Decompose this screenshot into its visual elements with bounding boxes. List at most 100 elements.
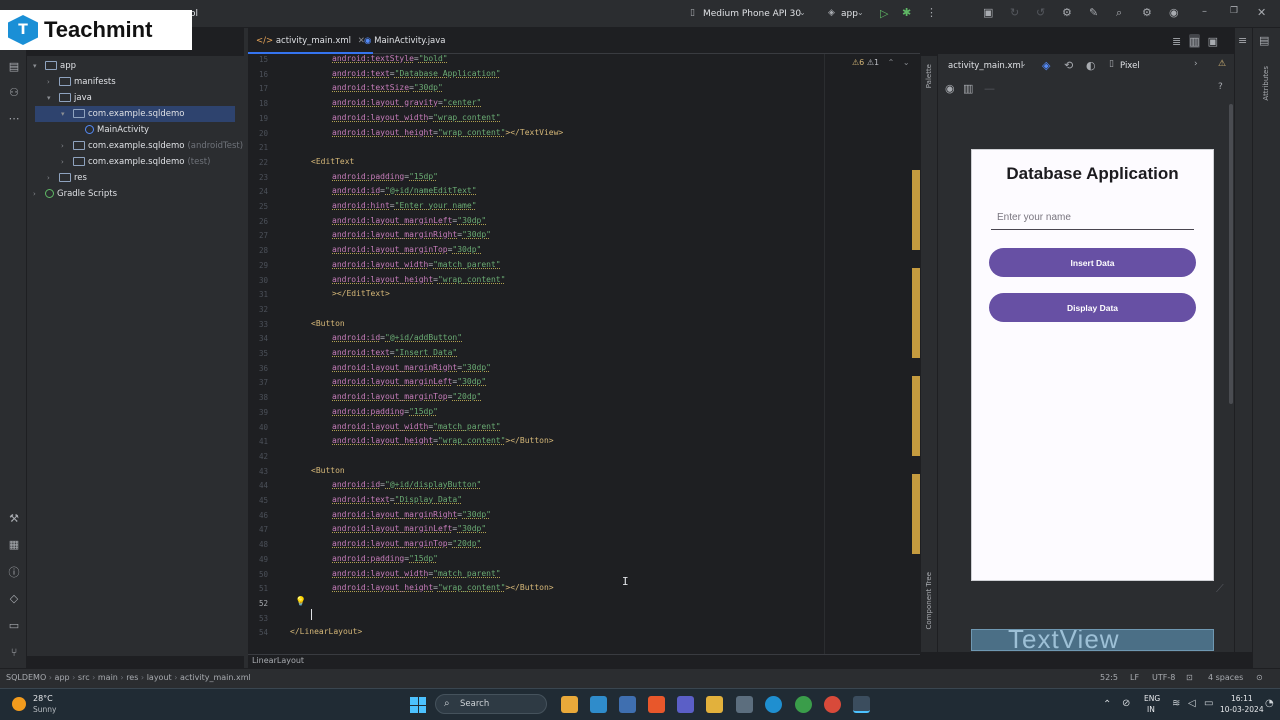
breadcrumb-item[interactable]: res xyxy=(126,673,138,682)
code-line[interactable]: ></EditText> xyxy=(332,289,390,298)
tree-item[interactable]: › Gradle Scripts xyxy=(33,186,117,202)
code-line[interactable]: android:text="Display Data" xyxy=(332,495,462,504)
component-tree-tab[interactable]: Component Tree xyxy=(925,572,933,629)
resource-manager-icon[interactable]: ⚇ xyxy=(6,84,22,100)
code-line[interactable]: android:layout_gravity="center" xyxy=(332,98,481,107)
code-line[interactable]: android:layout_height="wrap_content"></B… xyxy=(332,583,554,592)
language-region[interactable]: IN xyxy=(1147,705,1155,714)
notifications-icon[interactable]: ▤ xyxy=(1259,34,1269,47)
caret-position[interactable]: 52:5 xyxy=(1100,673,1118,682)
code-line[interactable]: android:layout_marginRight="30dp" xyxy=(332,230,491,239)
code-line[interactable]: android:layout_width="match_parent" xyxy=(332,260,501,269)
code-line[interactable]: android:hint="Enter your name" xyxy=(332,201,477,210)
language-code[interactable]: ENG xyxy=(1144,694,1160,703)
code-line[interactable]: </LinearLayout> xyxy=(290,627,362,636)
gear-icon[interactable]: ⚙ xyxy=(1142,6,1152,19)
app-quality-icon[interactable]: ◇ xyxy=(6,590,22,606)
zoom-icon[interactable]: — xyxy=(984,82,995,95)
chevron-down-icon[interactable]: ▾ xyxy=(61,106,73,122)
close-icon[interactable]: ✕ xyxy=(1257,6,1266,19)
code-line[interactable]: android:layout_marginLeft="30dp" xyxy=(332,216,486,225)
profiler-icon[interactable]: ✎ xyxy=(1089,6,1098,19)
chevron-down-icon[interactable]: ⌄ xyxy=(903,58,910,67)
design-scrollbar[interactable] xyxy=(1229,104,1233,404)
breadcrumb-item[interactable]: SQLDEMO xyxy=(6,673,46,682)
line-separator[interactable]: LF xyxy=(1130,673,1139,682)
breadcrumb-item[interactable]: layout xyxy=(147,673,172,682)
chevron-right-icon[interactable]: › xyxy=(47,170,59,186)
code-line[interactable]: android:layout_marginRight="30dp" xyxy=(332,363,491,372)
file-encoding[interactable]: UTF-8 xyxy=(1152,673,1175,682)
apply-code-changes-icon[interactable]: ↺ xyxy=(1036,6,1045,19)
taskbar-search[interactable]: ⌕ Search xyxy=(435,694,547,714)
resize-handle-icon[interactable]: ⟋ xyxy=(1216,582,1224,596)
code-line[interactable]: android:layout_height="wrap_content"></T… xyxy=(332,128,563,137)
split-mode-icon[interactable]: ▥ xyxy=(1189,34,1200,48)
breadcrumb-item[interactable]: main xyxy=(98,673,118,682)
code-line[interactable]: android:textStyle="bold" xyxy=(332,54,448,63)
tree-item[interactable]: ▾ app xyxy=(33,58,76,74)
account-icon[interactable]: ◉ xyxy=(1169,6,1179,19)
indent-setting[interactable]: 4 spaces xyxy=(1208,673,1243,682)
logcat-icon[interactable]: ▦ xyxy=(6,536,22,552)
code-view-icon[interactable]: ≡ xyxy=(1238,34,1247,47)
device-selector[interactable]: Medium Phone API 30 xyxy=(703,9,801,19)
notification-bell-icon[interactable]: ◔ xyxy=(1265,698,1274,709)
clock-date[interactable]: 10-03-2024 xyxy=(1220,705,1264,714)
volume-icon[interactable]: ◁ xyxy=(1188,698,1196,709)
chevron-right-icon[interactable]: › xyxy=(61,154,73,170)
project-tool-icon[interactable]: ▤ xyxy=(6,58,22,74)
eye-icon[interactable]: ◉ xyxy=(945,82,955,95)
code-line[interactable]: android:layout_width="wrap_content" xyxy=(332,113,501,122)
code-line[interactable]: android:padding="15dp" xyxy=(332,407,438,416)
tree-item[interactable]: ▾ com.example.sqldemo xyxy=(61,106,184,122)
code-line[interactable]: android:layout_marginTop="20dp" xyxy=(332,392,481,401)
code-line[interactable]: android:text="Insert Data" xyxy=(332,348,457,357)
preview-name-input[interactable]: Enter your name xyxy=(991,208,1194,230)
design-mode-icon[interactable]: ▣ xyxy=(1208,34,1218,48)
battery-icon[interactable]: ▭ xyxy=(1204,698,1213,709)
chevron-right-icon[interactable]: › xyxy=(1194,59,1198,69)
code-line[interactable]: android:id="@+id/displayButton" xyxy=(332,480,481,489)
debug-icon[interactable]: ✱ xyxy=(902,6,911,19)
taskbar-explorer-icon[interactable] xyxy=(706,696,723,713)
taskbar-store-icon[interactable] xyxy=(736,696,753,713)
clock-time[interactable]: 16:11 xyxy=(1231,694,1253,703)
tree-item[interactable]: ▾ java xyxy=(47,90,92,106)
code-line[interactable]: android:id="@+id/addButton" xyxy=(332,333,462,342)
run-config-selector[interactable]: app xyxy=(841,9,858,19)
code-line[interactable]: android:layout_marginTop="30dp" xyxy=(332,245,481,254)
chevron-up-icon[interactable]: ⌃ xyxy=(888,58,895,67)
version-control-icon[interactable]: ⑂ xyxy=(6,644,22,660)
chevron-right-icon[interactable]: › xyxy=(61,138,73,154)
design-file-selector[interactable]: activity_main.xml xyxy=(948,61,1023,71)
windows-start-icon[interactable] xyxy=(410,697,426,713)
tree-item[interactable]: MainActivity xyxy=(73,122,149,138)
code-line[interactable]: android:layout_marginRight="30dp" xyxy=(332,510,491,519)
restore-icon[interactable]: ❐ xyxy=(1230,6,1238,16)
warning-icon[interactable]: ⚠ xyxy=(1218,59,1226,69)
preview-insert-button[interactable]: Insert Data xyxy=(989,248,1196,277)
code-line[interactable]: android:id="@+id/nameEditText" xyxy=(332,186,477,195)
code-line[interactable]: android:layout_height="wrap_content" xyxy=(332,275,505,284)
code-line[interactable]: android:layout_width="match_parent" xyxy=(332,569,501,578)
code-line[interactable]: android:layout_height="wrap_content"></B… xyxy=(332,436,554,445)
code-line[interactable]: android:padding="15dp" xyxy=(332,172,438,181)
taskbar-utorrent-icon[interactable] xyxy=(795,696,812,713)
inspection-widget[interactable]: ⚠6 ⚠1 ⌃ ⌄ xyxy=(852,58,910,67)
attributes-tab[interactable]: Attributes xyxy=(1262,66,1270,101)
code-line[interactable]: android:layout_marginLeft="30dp" xyxy=(332,377,486,386)
taskbar-teams-icon[interactable] xyxy=(677,696,694,713)
lock-icon[interactable]: ⊡ xyxy=(1186,673,1193,682)
taskbar-android-studio-icon[interactable] xyxy=(853,696,870,713)
tree-item[interactable]: › res xyxy=(47,170,87,186)
night-mode-icon[interactable]: ◐ xyxy=(1086,59,1096,72)
terminal-icon[interactable]: ▭ xyxy=(6,617,22,633)
preview-display-button[interactable]: Display Data xyxy=(989,293,1196,322)
problems-icon[interactable]: ⓘ xyxy=(6,564,22,580)
code-line[interactable]: android:textSize="30dp" xyxy=(332,83,443,92)
tree-item[interactable]: › manifests xyxy=(47,74,116,90)
run-icon[interactable]: ▷ xyxy=(880,7,888,20)
more-icon[interactable]: ⋮ xyxy=(926,6,937,19)
element-breadcrumb[interactable]: LinearLayout xyxy=(252,656,304,665)
